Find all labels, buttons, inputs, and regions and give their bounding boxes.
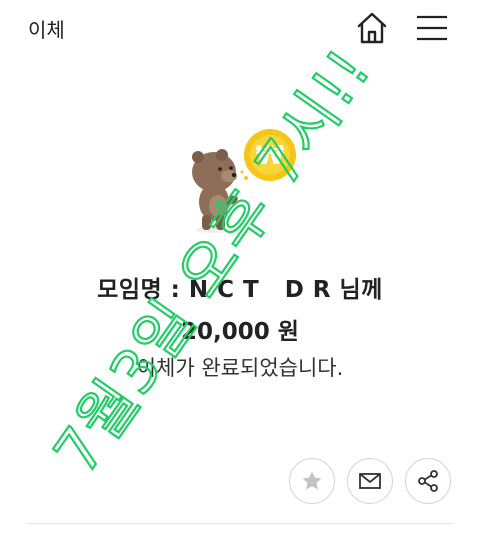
favorite-button[interactable] — [289, 458, 335, 504]
bear-character-icon — [192, 149, 238, 233]
message-button[interactable] — [347, 458, 393, 504]
recipient-name: 모임명 : N C T D R 님께 — [97, 277, 383, 303]
handwritten-annotation: 7월3일 오후 7시!! — [40, 35, 387, 488]
won-coin-icon: ₩ — [240, 129, 296, 181]
share-icon — [418, 470, 438, 492]
share-button[interactable] — [405, 458, 451, 504]
star-icon — [302, 471, 322, 490]
header-bar: 이체 — [0, 0, 480, 60]
mail-icon — [359, 473, 381, 489]
transfer-illustration: ₩ — [180, 120, 310, 240]
home-button[interactable] — [354, 10, 390, 46]
transfer-status-message: 이체가 완료되었습니다. — [136, 356, 344, 380]
bottom-divider — [28, 523, 452, 524]
page-title: 이체 — [28, 18, 65, 42]
home-icon — [357, 12, 387, 44]
transfer-amount: 20,000 원 — [181, 319, 299, 345]
menu-button[interactable] — [414, 10, 450, 46]
svg-text:₩: ₩ — [256, 141, 285, 171]
annotation-text: 7월3일 오후 7시!! — [41, 36, 386, 486]
hamburger-menu-icon — [417, 15, 447, 41]
